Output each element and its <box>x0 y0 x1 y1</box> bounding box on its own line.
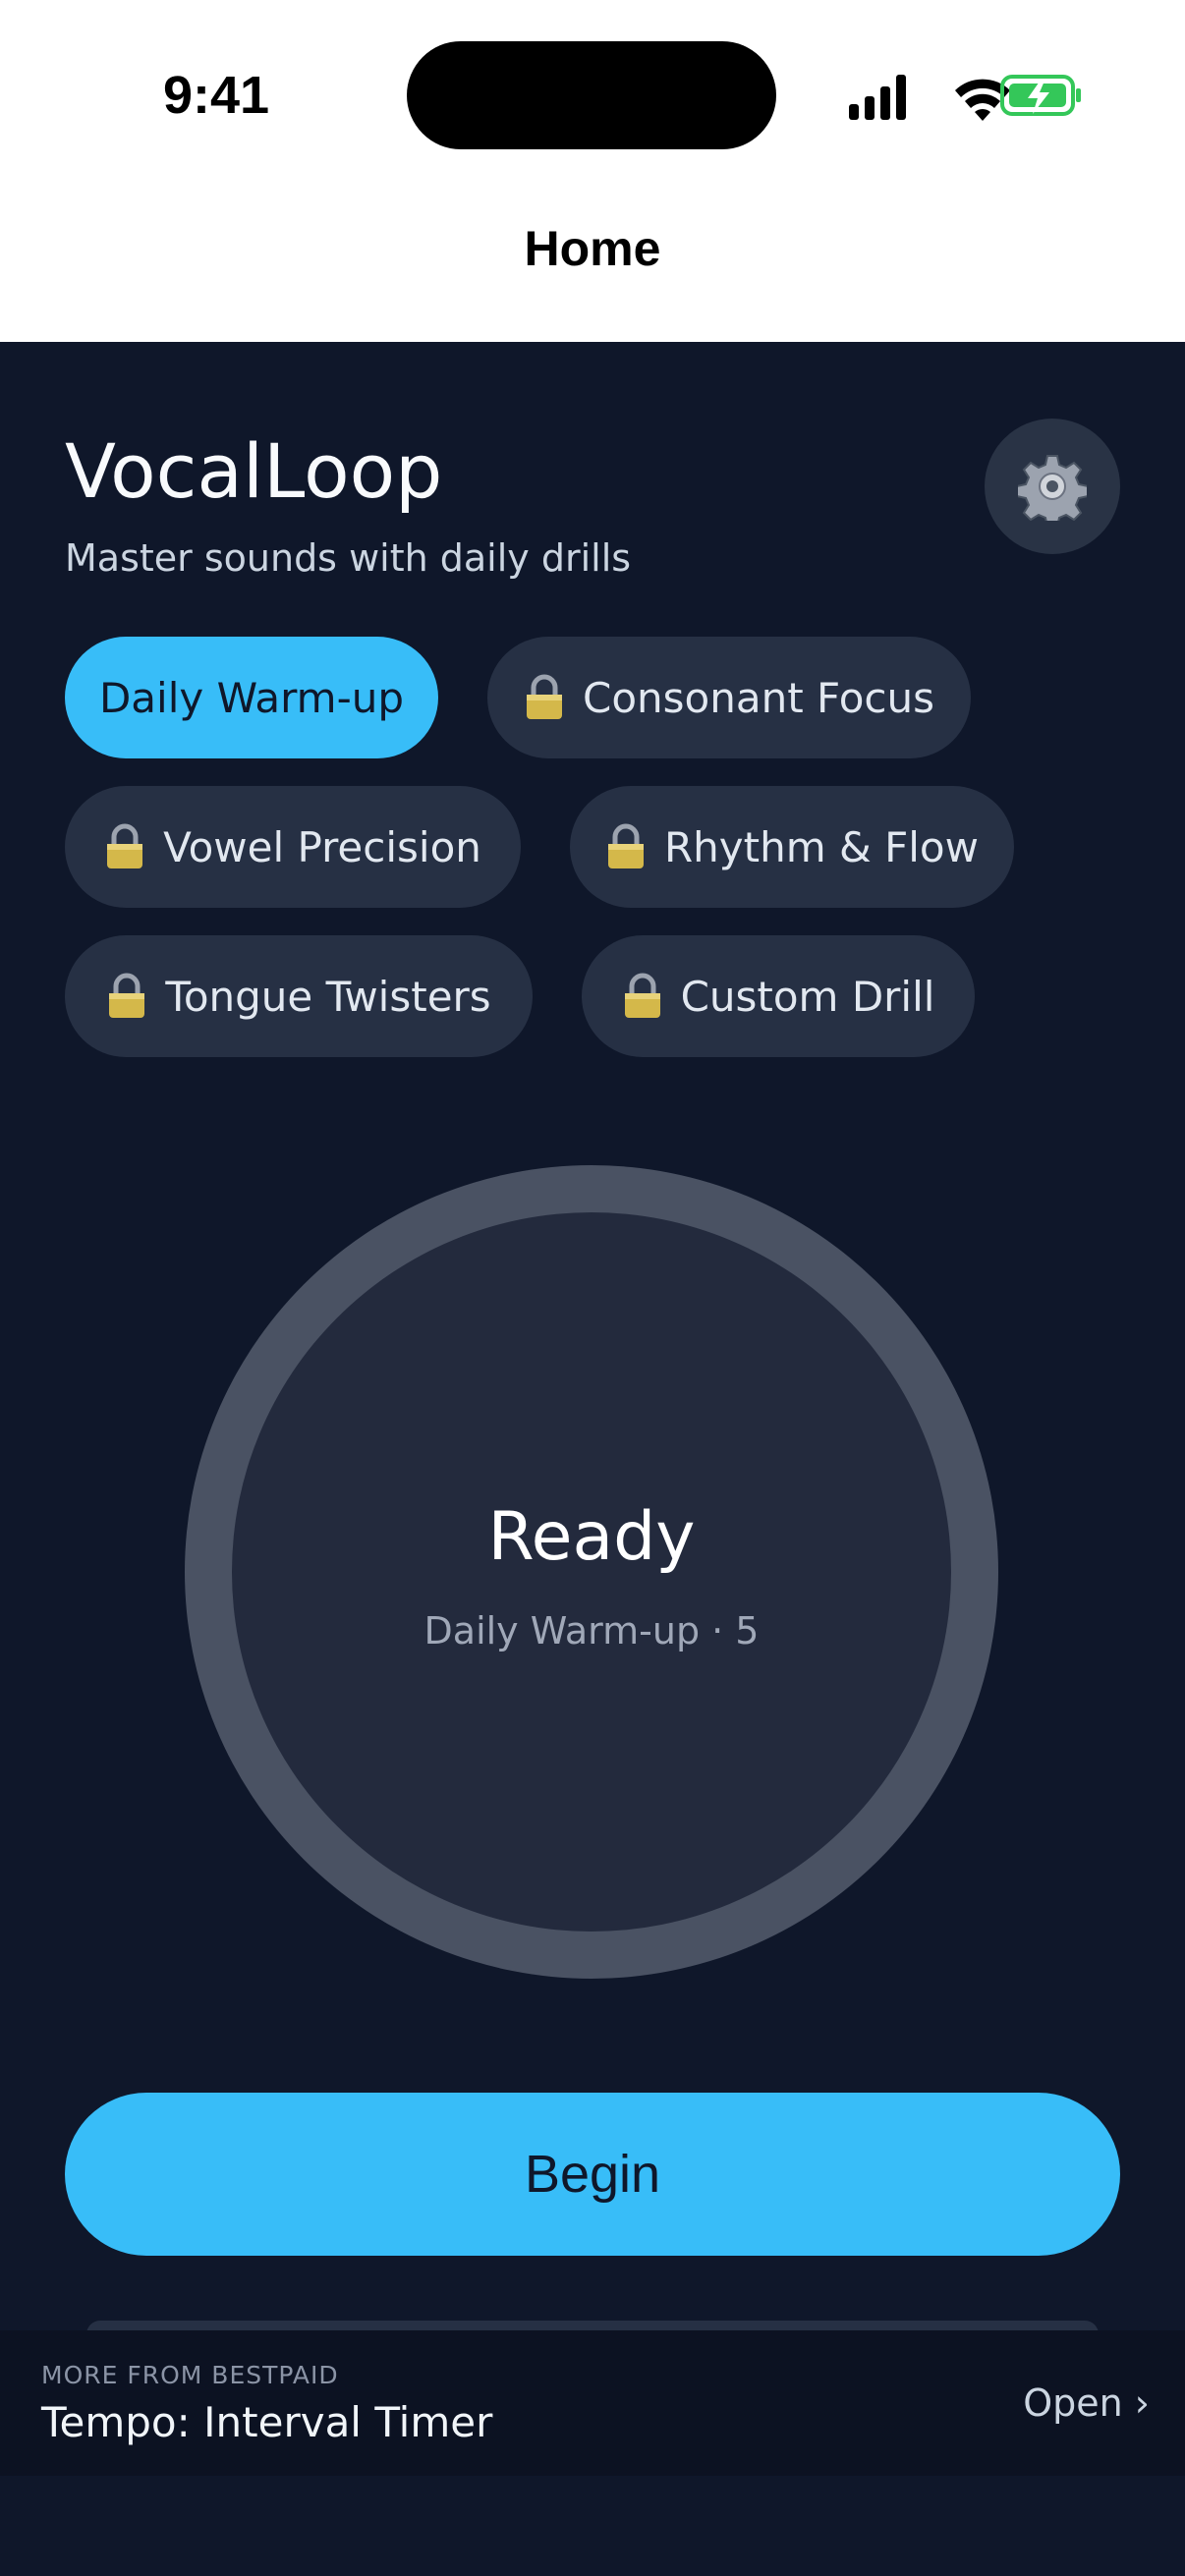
chip-custom-drill[interactable]: Custom Drill <box>582 935 975 1057</box>
status-icons <box>847 71 1083 122</box>
begin-button[interactable]: Begin <box>65 2093 1120 2256</box>
promo-eyebrow: MORE FROM BESTPAID <box>41 2361 339 2389</box>
app-subtitle: Master sounds with daily drills <box>65 536 632 580</box>
signal-icon <box>849 75 906 120</box>
chip-label: Vowel Precision <box>163 822 481 871</box>
app-title: VocalLoop <box>65 427 443 515</box>
dynamic-island <box>407 41 776 149</box>
chip-consonant-focus[interactable]: Consonant Focus <box>487 637 971 758</box>
chip-tongue-twisters[interactable]: Tongue Twisters <box>65 935 533 1057</box>
home-screen: 9:41 Home VocalLoop Master sounds with d… <box>0 0 1185 2576</box>
lock-icon <box>608 823 644 868</box>
lock-icon <box>527 674 563 719</box>
top-bar: 9:41 Home <box>0 0 1185 342</box>
lock-icon <box>624 973 660 1018</box>
promo-open-link[interactable]: Open › <box>983 2376 1150 2431</box>
chip-label: Rhythm & Flow <box>664 822 979 871</box>
dial-subtitle: Daily Warm-up · 5 <box>423 1609 760 1652</box>
nav-title: Home <box>524 221 661 276</box>
lock-icon <box>107 823 143 868</box>
chip-label: Consonant Focus <box>583 673 934 722</box>
status-time: 9:41 <box>162 66 270 125</box>
gear-icon <box>1018 455 1087 521</box>
chip-daily-warm-up[interactable]: Daily Warm-up <box>65 637 438 758</box>
chip-label: Tongue Twisters <box>165 972 491 1021</box>
battery-charging-icon <box>1000 75 1081 116</box>
chip-vowel-precision[interactable]: Vowel Precision <box>65 786 521 908</box>
chip-label: Daily Warm-up <box>98 673 405 722</box>
dial-status: Ready <box>487 1498 696 1576</box>
chip-label: Custom Drill <box>680 972 935 1021</box>
lock-icon <box>109 973 145 1018</box>
chip-rhythm-flow[interactable]: Rhythm & Flow <box>570 786 1014 908</box>
settings-button[interactable] <box>985 419 1120 554</box>
promo-title: Tempo: Interval Timer <box>41 2398 493 2446</box>
